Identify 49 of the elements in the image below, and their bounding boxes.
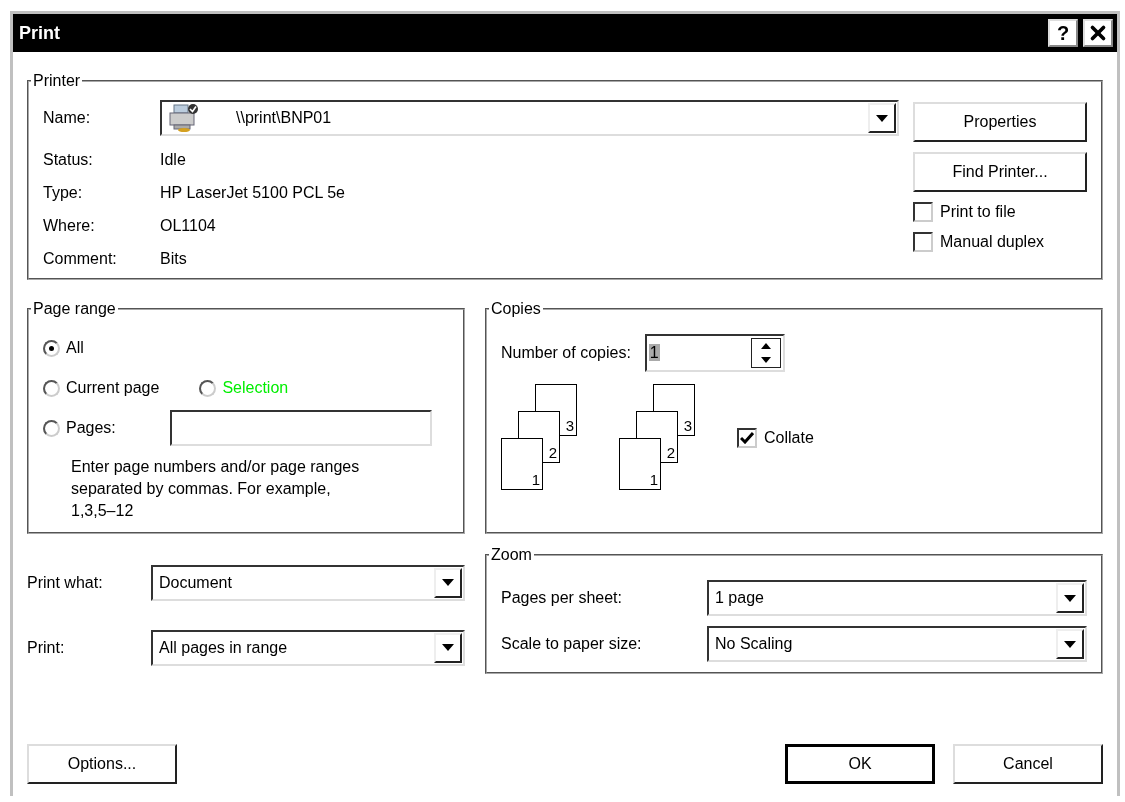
pages-input[interactable] [169, 410, 432, 446]
help-button[interactable]: ? [1048, 19, 1078, 47]
field-label: Type: [43, 184, 84, 202]
field-label: Pages per sheet: [501, 589, 623, 607]
field-label: Number of copies: [501, 344, 631, 362]
field-value: Bits [160, 250, 188, 268]
dropdown[interactable]: All pages in range [151, 629, 465, 666]
caret-icon [442, 579, 454, 586]
checkmark-icon [740, 432, 754, 444]
dropdown[interactable]: 1 page [707, 580, 1087, 616]
hint-text: Enter page numbers and/or page ranges separated by commas. For example, 1,3,5–12 [71, 457, 361, 521]
caret-icon [1064, 640, 1076, 648]
field-label: Name: [43, 109, 92, 127]
dropdown[interactable]: No Scaling [707, 626, 1087, 662]
field-value: Idle [160, 151, 187, 169]
dialog-button[interactable]: Cancel [953, 744, 1103, 784]
close-button[interactable] [1083, 19, 1113, 47]
field-value: OL1104 [160, 217, 217, 235]
field-label: Where: [43, 217, 96, 235]
checkbox[interactable]: Collate [737, 428, 814, 448]
field-label: Status: [43, 151, 94, 169]
window-title: Print [19, 22, 60, 44]
radio-option[interactable]: Pages: [43, 419, 116, 437]
page-number: 1 [501, 438, 543, 490]
radio-option[interactable]: All [43, 339, 84, 357]
field-label: Scale to paper size: [501, 635, 643, 653]
printer-dropdown[interactable]: \\print\BNP01 [160, 100, 899, 136]
field-value: HP LaserJet 5100 PCL 5e [160, 184, 346, 202]
group-title: Page range [32, 300, 117, 318]
caret-icon [442, 644, 454, 651]
dialog-button[interactable]: Find Printer... [913, 152, 1087, 192]
dropdown[interactable]: Document [151, 564, 465, 601]
field-label: Comment: [43, 250, 118, 268]
group-title: Copies [490, 300, 542, 318]
checkbox[interactable]: Print to file [913, 202, 1087, 222]
copies-spinner[interactable]: 1 [644, 334, 785, 372]
caret-icon [876, 114, 888, 122]
group-title: Zoom [490, 546, 533, 564]
field-label: Print: [27, 638, 66, 657]
dialog-button[interactable]: Options... [27, 744, 177, 784]
dialog-button[interactable]: Properties [913, 102, 1087, 142]
checkbox[interactable]: Manual duplex [913, 232, 1087, 252]
printer-icon [168, 103, 200, 133]
radio-option[interactable]: Current page [43, 379, 160, 397]
dialog-button[interactable]: OK [785, 744, 935, 784]
page-number: 1 [619, 438, 661, 490]
field-label: Print what: [27, 573, 104, 592]
group-title: Printer [32, 72, 82, 90]
caret-icon [1064, 594, 1076, 602]
